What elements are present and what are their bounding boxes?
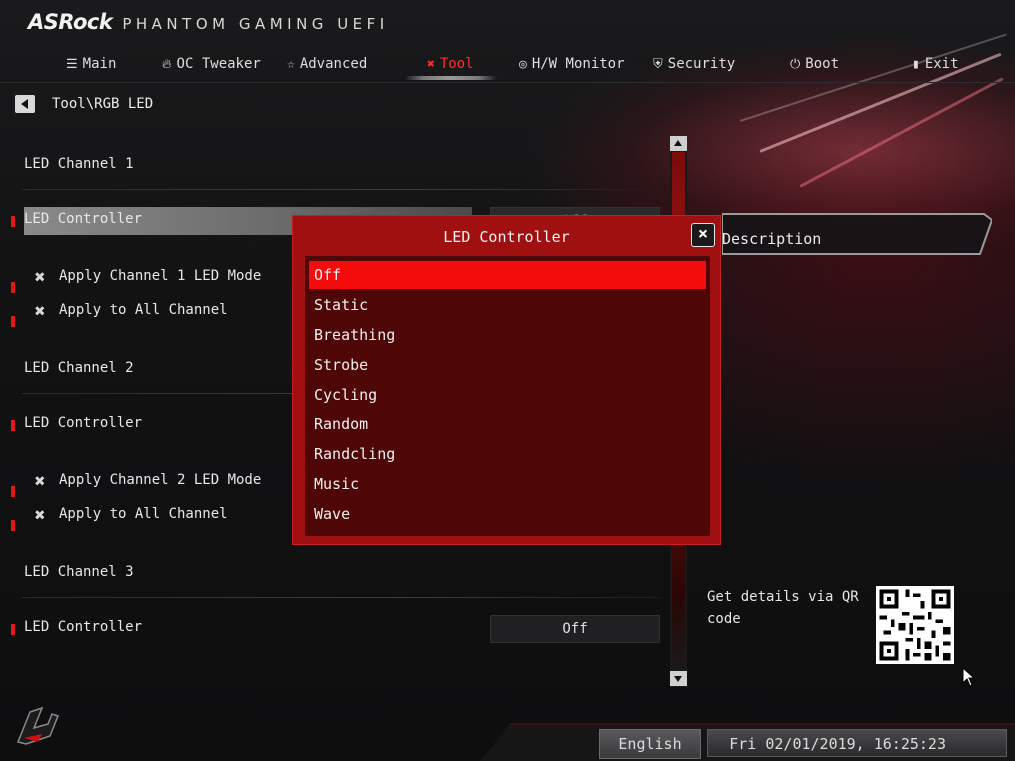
close-button[interactable]: × <box>691 223 715 247</box>
tab-label: Security <box>667 56 736 72</box>
scroll-down-button[interactable] <box>670 671 687 686</box>
option-static[interactable]: Static <box>309 291 706 319</box>
qr-caption: Get details via QR code <box>707 589 859 627</box>
flame-icon: 🔥︎ <box>162 56 172 72</box>
option-randcling[interactable]: Randcling <box>309 440 706 468</box>
shield-icon: ⛨ <box>653 56 663 72</box>
star-icon: ☆ <box>287 56 295 72</box>
mouse-cursor-icon <box>962 667 976 687</box>
description-label: Description <box>722 230 822 248</box>
tab-advanced[interactable]: ☆ Advanced <box>287 52 367 76</box>
tab-label: Main <box>82 56 117 72</box>
option-wave[interactable]: Wave <box>309 500 706 528</box>
tab-label: Tool <box>439 56 474 72</box>
led-controller-dialog: LED Controller × Off Static Breathing St… <box>292 215 721 545</box>
row-marker <box>11 486 15 497</box>
channel-3-title: LED Channel 3 <box>24 564 134 580</box>
uefi-screen: ASRock PHANTOM GAMING UEFI ☰ Main 🔥︎ OC … <box>0 0 1015 761</box>
back-button[interactable] <box>15 95 35 113</box>
active-tab-indicator <box>405 76 497 80</box>
row-marker <box>11 216 15 227</box>
option-music[interactable]: Music <box>309 470 706 498</box>
monitor-icon: ◎ <box>519 56 527 72</box>
channel-1-led-controller[interactable]: LED Controller <box>24 211 142 227</box>
tab-boot[interactable]: ⏻ Boot <box>790 52 839 76</box>
tab-label: Exit <box>924 56 959 72</box>
apply-to-all-channel-2[interactable]: Apply to All Channel <box>59 506 228 522</box>
brand-subtitle: PHANTOM GAMING UEFI <box>122 15 389 33</box>
row-marker <box>11 520 15 531</box>
tools-icon: ✖ <box>34 301 46 322</box>
channel-3-led-controller[interactable]: LED Controller <box>24 619 142 635</box>
datetime: Fri 02/01/2019, 16:25:23 <box>707 729 1007 757</box>
channel-1-title: LED Channel 1 <box>24 156 134 172</box>
channel-2-title: LED Channel 2 <box>24 360 134 376</box>
divider <box>22 597 662 598</box>
option-off[interactable]: Off <box>309 261 706 289</box>
exit-icon: ▮ <box>912 56 920 72</box>
tab-label: H/W Monitor <box>531 56 625 72</box>
apply-channel-1-mode[interactable]: Apply Channel 1 LED Mode <box>59 268 261 284</box>
main-tabs: ☰ Main 🔥︎ OC Tweaker ☆ Advanced ✖ Tool ◎… <box>0 44 1015 83</box>
tab-security[interactable]: ⛨ Security <box>653 52 735 76</box>
channel-2-led-controller[interactable]: LED Controller <box>24 415 142 431</box>
language-button[interactable]: English <box>599 729 701 759</box>
option-cycling[interactable]: Cycling <box>309 381 706 409</box>
option-list: Off Static Breathing Strobe Cycling Rand… <box>305 256 710 536</box>
row-marker <box>11 282 15 293</box>
tab-hw-monitor[interactable]: ◎ H/W Monitor <box>519 52 625 76</box>
breadcrumb: Tool\RGB LED <box>52 96 154 112</box>
row-marker <box>11 316 15 327</box>
tab-oc-tweaker[interactable]: 🔥︎ OC Tweaker <box>162 52 261 76</box>
row-marker <box>11 624 15 635</box>
option-random[interactable]: Random <box>309 410 706 438</box>
tab-tool[interactable]: ✖ Tool <box>427 52 474 76</box>
option-strobe[interactable]: Strobe <box>309 351 706 379</box>
tab-label: Boot <box>805 56 840 72</box>
tab-exit[interactable]: ▮ Exit <box>912 52 959 76</box>
apply-channel-2-mode[interactable]: Apply Channel 2 LED Mode <box>59 472 261 488</box>
divider <box>22 189 662 190</box>
dialog-title: LED Controller <box>443 228 570 246</box>
tools-icon: ✖ <box>34 505 46 526</box>
channel-3-controller-value[interactable]: Off <box>490 615 660 643</box>
row-marker <box>11 420 15 431</box>
tab-label: OC Tweaker <box>176 56 261 72</box>
tools-icon: ✖ <box>34 267 46 288</box>
tools-icon: ✖ <box>34 471 46 492</box>
list-icon: ☰ <box>66 56 78 72</box>
tools-icon: ✖ <box>427 56 435 72</box>
qr-code <box>876 586 954 664</box>
asrock-logo: ASRock <box>28 10 113 34</box>
scroll-up-button[interactable] <box>670 136 687 151</box>
brand: ASRock PHANTOM GAMING UEFI <box>28 10 389 36</box>
apply-to-all-channel-1[interactable]: Apply to All Channel <box>59 302 228 318</box>
tab-main[interactable]: ☰ Main <box>66 52 116 76</box>
tab-label: Advanced <box>299 56 368 72</box>
power-icon: ⏻ <box>790 56 801 72</box>
option-breathing[interactable]: Breathing <box>309 321 706 349</box>
phantom-gaming-logo <box>16 706 59 745</box>
